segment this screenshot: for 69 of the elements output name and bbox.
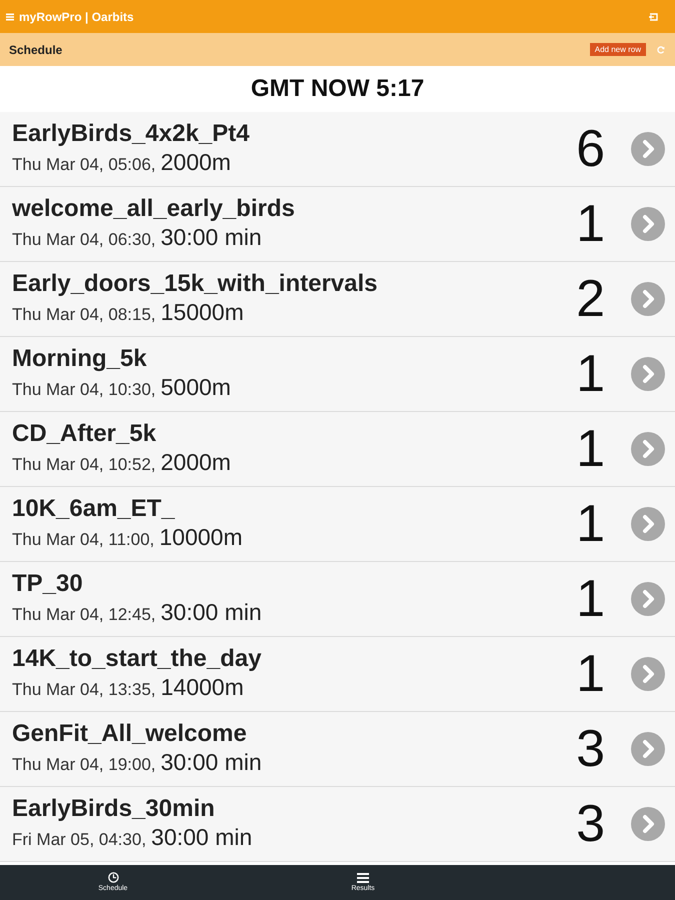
session-count: 1 — [576, 496, 605, 552]
session-date: Thu Mar 04, 06:30, — [12, 228, 156, 250]
session-name: GenFit_All_welcome — [12, 720, 248, 748]
page-title: Schedule — [9, 42, 62, 58]
session-name: 10K_6am_ET_ — [12, 494, 176, 522]
session-date: Thu Mar 04, 10:52, — [12, 454, 156, 476]
session-count: 3 — [576, 721, 605, 777]
add-row-button[interactable]: Add new row — [590, 43, 646, 56]
session-name: Morning_5k — [12, 344, 148, 372]
clock-heading: GMT NOW 5:17 — [250, 74, 424, 104]
session-name: CD_After_5k — [12, 420, 158, 448]
menu-icon[interactable] — [6, 12, 14, 20]
session-target: 30:00 min — [160, 598, 262, 626]
session-name: TP_30 — [12, 570, 84, 598]
session-count: 1 — [576, 646, 605, 702]
session-target: 30:00 min — [160, 748, 262, 776]
session-target: 5000m — [160, 372, 231, 400]
session-date: Thu Mar 04, 13:35, — [12, 678, 156, 700]
session-date: Thu Mar 04, 08:15, — [12, 304, 156, 326]
session-date: Fri Mar 05, 04:30, — [12, 828, 146, 850]
session-row[interactable]: 10K_6am_ET_ Thu Mar 04, 11:00, 10000m 1 — [0, 487, 675, 562]
chevron-circle-icon[interactable] — [631, 657, 665, 691]
session-row[interactable]: Morning_5k Thu Mar 04, 10:30, 5000m 1 — [0, 337, 675, 412]
session-count: 6 — [576, 121, 605, 177]
session-row[interactable]: GenFit_All_welcome Thu Mar 04, 19:00, 30:00 min 3 — [0, 712, 675, 787]
chevron-circle-icon[interactable] — [631, 807, 665, 841]
chevron-circle-icon[interactable] — [631, 132, 665, 166]
session-row[interactable]: EarlyBirds_4x2k_Pt4 Thu Mar 04, 05:06, 2000m 6 — [0, 112, 675, 187]
session-row[interactable]: Early_doors_15k_with_intervals Thu Mar 04, 08:15, 15000m 2 — [0, 262, 675, 337]
session-name: EarlyBirds_4x2k_Pt4 — [12, 120, 250, 148]
session-target: 10000m — [159, 522, 242, 550]
refresh-icon[interactable] — [657, 46, 665, 54]
clock-icon — [108, 872, 118, 883]
session-target: 15000m — [160, 298, 244, 326]
session-target: 30:00 min — [160, 222, 262, 250]
chevron-circle-icon[interactable] — [631, 207, 665, 241]
session-name: welcome_all_early_birds — [12, 194, 296, 222]
session-date: Thu Mar 04, 12:45, — [12, 604, 156, 626]
session-target: 2000m — [160, 148, 231, 176]
chevron-circle-icon[interactable] — [631, 507, 665, 541]
session-row[interactable]: TP_30 Thu Mar 04, 12:45, 30:00 min 1 — [0, 562, 675, 637]
list-icon — [357, 872, 369, 882]
session-date: Thu Mar 04, 05:06, — [12, 154, 156, 176]
session-target: 30:00 min — [151, 822, 252, 850]
session-name: Early_doors_15k_with_intervals — [12, 270, 379, 298]
session-target: 2000m — [160, 448, 231, 476]
session-count: 1 — [576, 571, 605, 627]
session-count: 1 — [576, 196, 605, 252]
session-target: 14000m — [160, 672, 244, 700]
chevron-circle-icon[interactable] — [631, 732, 665, 766]
app-title: myRowPro | Oarbits — [19, 8, 134, 26]
session-name: 14K_to_start_the_day — [12, 644, 262, 672]
session-count: 3 — [576, 796, 605, 852]
session-row[interactable]: 14K_to_start_the_day Thu Mar 04, 13:35, 14000m 1 — [0, 637, 675, 712]
session-date: Thu Mar 04, 10:30, — [12, 378, 156, 400]
session-row[interactable]: CD_After_5k Thu Mar 04, 10:52, 2000m 1 — [0, 412, 675, 487]
session-date: Thu Mar 04, 11:00, — [12, 528, 154, 550]
session-count: 2 — [576, 271, 605, 327]
session-count: 1 — [576, 346, 605, 402]
chevron-circle-icon[interactable] — [631, 432, 665, 466]
session-row[interactable]: EarlyBirds_30min Fri Mar 05, 04:30, 30:00 min 3 — [0, 787, 675, 862]
chevron-circle-icon[interactable] — [631, 582, 665, 616]
session-name: EarlyBirds_30min — [12, 794, 216, 822]
session-date: Thu Mar 04, 19:00, — [12, 754, 156, 776]
session-row[interactable]: welcome_all_early_birds Thu Mar 04, 06:30, 30:00 min 1 — [0, 187, 675, 262]
session-count: 1 — [576, 421, 605, 477]
chevron-circle-icon[interactable] — [631, 357, 665, 391]
chevron-circle-icon[interactable] — [631, 282, 665, 316]
exit-icon[interactable] — [649, 12, 659, 20]
